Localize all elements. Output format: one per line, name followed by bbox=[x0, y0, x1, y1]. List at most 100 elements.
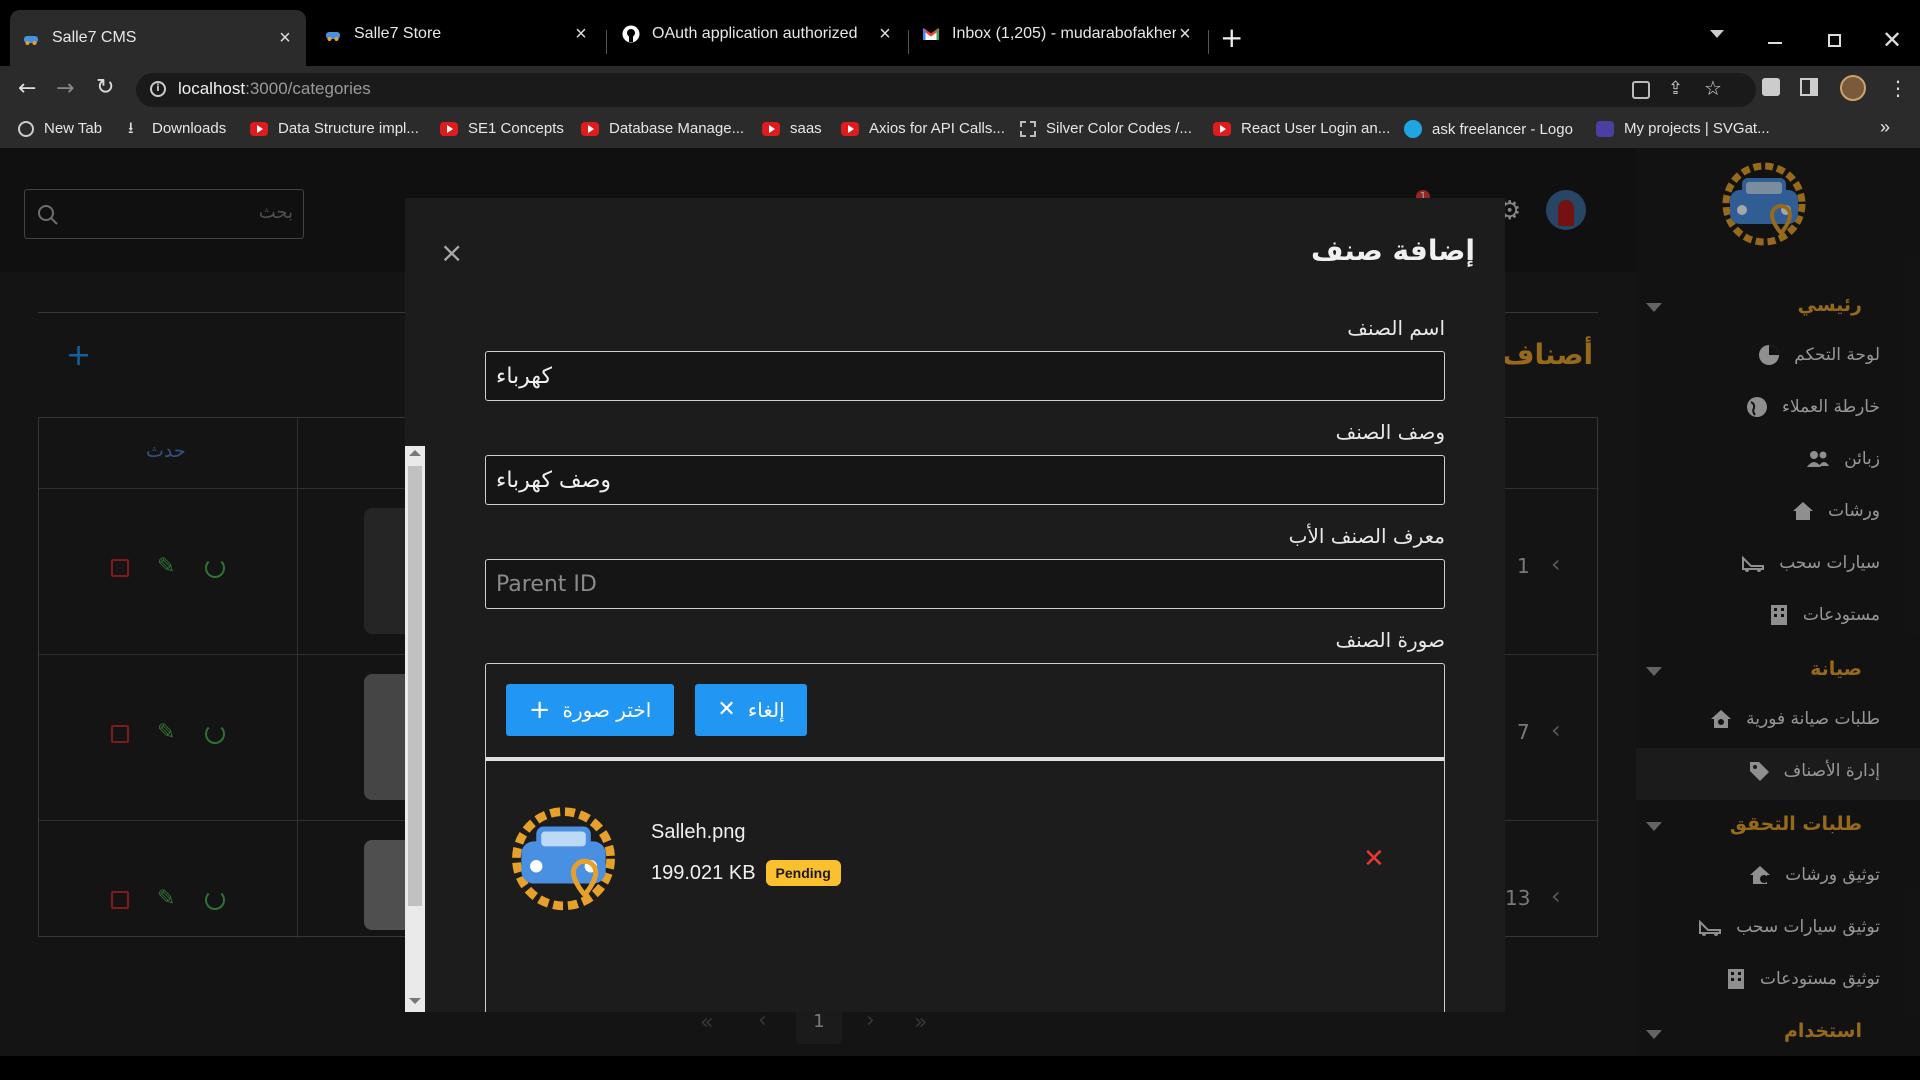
bookmark-label: Axios for API Calls... bbox=[869, 120, 1005, 137]
youtube-icon bbox=[841, 121, 859, 136]
tab-gmail[interactable]: Inbox (1,205) - mudarabofakher@ × bbox=[910, 12, 1206, 56]
file-preview-thumbnail bbox=[512, 807, 615, 911]
category-description-value: وصف كهرباء bbox=[496, 467, 611, 493]
tab-title: Inbox (1,205) - mudarabofakher@ bbox=[952, 25, 1176, 42]
bookmark-label: Silver Color Codes /... bbox=[1046, 120, 1192, 137]
scroll-up-arrow-icon[interactable] bbox=[409, 450, 421, 456]
car-logo-icon bbox=[326, 32, 340, 41]
x-icon: ✕ bbox=[717, 697, 736, 722]
grid-icon bbox=[1020, 120, 1036, 137]
file-upload: اختر صورة + إلغاء ✕ Salleh.png 199.021 KB … bbox=[485, 663, 1445, 1012]
translate-icon[interactable] bbox=[1632, 81, 1650, 99]
svgator-icon bbox=[1596, 120, 1614, 137]
extensions-puzzle-icon[interactable] bbox=[1762, 78, 1780, 96]
file-size: 199.021 KB bbox=[651, 861, 756, 884]
side-panel-icon[interactable] bbox=[1800, 78, 1818, 96]
bookmark-new-tab[interactable]: New Tab bbox=[18, 120, 102, 137]
back-arrow-icon[interactable]: ← bbox=[18, 76, 36, 101]
bookmark-label: New Tab bbox=[44, 120, 103, 137]
url-path: :3000/categories bbox=[245, 79, 371, 98]
gmail-icon bbox=[922, 28, 940, 40]
close-tab-icon[interactable]: × bbox=[572, 24, 590, 44]
app-page: بحث 1 ⚙ رئيسي لوحة التحكم خارطة العملاء … bbox=[0, 148, 1920, 1056]
remove-file-icon[interactable]: ✕ bbox=[1363, 844, 1385, 874]
bookmark-label: Data Structure impl... bbox=[278, 120, 419, 137]
bookmark-label: Database Manage... bbox=[609, 120, 745, 137]
close-window-icon[interactable]: ✕ bbox=[1882, 26, 1902, 54]
tab-salle7-cms[interactable]: Salle7 CMS × bbox=[10, 10, 306, 66]
tab-search-chevron-icon[interactable] bbox=[1710, 30, 1724, 38]
profile-avatar[interactable] bbox=[1840, 75, 1866, 101]
bookmark-silver[interactable]: Silver Color Codes /... bbox=[1020, 120, 1192, 137]
bookmark-ask-freelancer[interactable]: ask freelancer - Logo bbox=[1404, 120, 1573, 138]
restore-icon[interactable] bbox=[1828, 34, 1841, 47]
bookmark-label: My projects | SVGat... bbox=[1624, 120, 1770, 137]
tab-separator bbox=[606, 30, 607, 54]
choose-image-label: اختر صورة bbox=[562, 698, 652, 722]
bookmark-database[interactable]: Database Manage... bbox=[581, 120, 744, 137]
close-tab-icon[interactable]: × bbox=[1176, 24, 1194, 44]
add-category-dialog: × إضافة صنف اسم الصنف كهرباء وصف الصنف و… bbox=[405, 198, 1505, 1012]
choose-image-button[interactable]: اختر صورة + bbox=[506, 684, 674, 736]
bookmark-react-login[interactable]: React User Login an... bbox=[1213, 120, 1390, 137]
youtube-icon bbox=[1213, 121, 1231, 136]
more-bookmarks-button[interactable]: » bbox=[1880, 117, 1890, 138]
download-icon: ⭳ bbox=[128, 119, 134, 137]
dialog-title: إضافة صنف bbox=[1310, 234, 1475, 267]
scrollbar-thumb[interactable] bbox=[408, 466, 422, 906]
parent-id-placeholder: Parent ID bbox=[496, 571, 597, 597]
tab-separator bbox=[1208, 30, 1209, 54]
youtube-icon bbox=[581, 121, 599, 136]
url-bar[interactable]: i localhost:3000/categories ⇪ ☆ bbox=[136, 73, 1756, 107]
file-name: Salleh.png bbox=[651, 821, 746, 843]
canva-icon bbox=[1404, 120, 1422, 138]
youtube-icon bbox=[762, 121, 780, 136]
bookmarks-bar: New Tab ⭳ Downloads Data Structure impl..… bbox=[0, 112, 1920, 148]
category-description-input[interactable]: وصف كهرباء bbox=[485, 455, 1445, 505]
bookmark-label: React User Login an... bbox=[1241, 120, 1391, 137]
tab-separator bbox=[908, 30, 909, 54]
close-tab-icon[interactable]: × bbox=[876, 24, 894, 44]
category-name-value: كهرباء bbox=[496, 363, 552, 389]
browser-tab-strip: Salle7 CMS × Salle7 Store × OAuth applic… bbox=[0, 0, 1920, 66]
site-info-icon[interactable]: i bbox=[150, 81, 166, 97]
category-description-label: وصف الصنف bbox=[1335, 420, 1445, 444]
minimize-icon[interactable] bbox=[1768, 42, 1782, 44]
scroll-down-arrow-icon[interactable] bbox=[409, 998, 421, 1004]
bookmark-axios[interactable]: Axios for API Calls... bbox=[841, 120, 1005, 137]
dialog-close-button[interactable]: × bbox=[440, 236, 463, 269]
close-tab-icon[interactable]: × bbox=[276, 28, 294, 48]
new-tab-button[interactable]: + bbox=[1220, 24, 1243, 52]
category-name-label: اسم الصنف bbox=[1347, 316, 1445, 340]
car-logo-icon bbox=[24, 36, 38, 45]
menu-kebab-icon[interactable]: ⋮ bbox=[1888, 76, 1908, 100]
bookmark-label: Downloads bbox=[152, 120, 227, 137]
share-icon[interactable]: ⇪ bbox=[1668, 78, 1683, 99]
upload-progress-bar bbox=[486, 757, 1444, 761]
tab-title: OAuth application authorized bbox=[652, 25, 858, 42]
youtube-icon bbox=[440, 121, 458, 136]
cancel-upload-button[interactable]: إلغاء ✕ bbox=[695, 684, 807, 736]
bookmark-se1[interactable]: SE1 Concepts bbox=[440, 120, 564, 137]
bookmark-star-icon[interactable]: ☆ bbox=[1704, 76, 1722, 100]
youtube-icon bbox=[250, 121, 268, 136]
plus-icon: + bbox=[528, 695, 551, 725]
github-icon bbox=[622, 25, 640, 43]
parent-id-input[interactable]: Parent ID bbox=[485, 559, 1445, 609]
bookmark-saas[interactable]: saas bbox=[762, 120, 822, 137]
address-toolbar: ← → ↻ i localhost:3000/categories ⇪ ☆ ⋮ bbox=[0, 66, 1920, 112]
bookmark-downloads[interactable]: ⭳ Downloads bbox=[128, 120, 226, 137]
tab-salle7-store[interactable]: Salle7 Store × bbox=[312, 12, 602, 56]
bookmark-data-structure[interactable]: Data Structure impl... bbox=[250, 120, 419, 137]
tab-title: Salle7 Store bbox=[354, 25, 442, 42]
bookmark-svgator[interactable]: My projects | SVGat... bbox=[1596, 120, 1770, 137]
tab-oauth[interactable]: OAuth application authorized × bbox=[610, 12, 906, 56]
tab-title: Salle7 CMS bbox=[52, 29, 137, 46]
bookmark-label: ask freelancer - Logo bbox=[1432, 120, 1573, 138]
dialog-scrollbar-track[interactable] bbox=[405, 446, 425, 1012]
forward-arrow-icon[interactable]: → bbox=[56, 76, 74, 101]
parent-id-label: معرف الصنف الأب bbox=[1288, 524, 1445, 548]
reload-icon[interactable]: ↻ bbox=[96, 75, 114, 100]
bottom-bar bbox=[0, 1056, 1920, 1080]
category-name-input[interactable]: كهرباء bbox=[485, 351, 1445, 401]
